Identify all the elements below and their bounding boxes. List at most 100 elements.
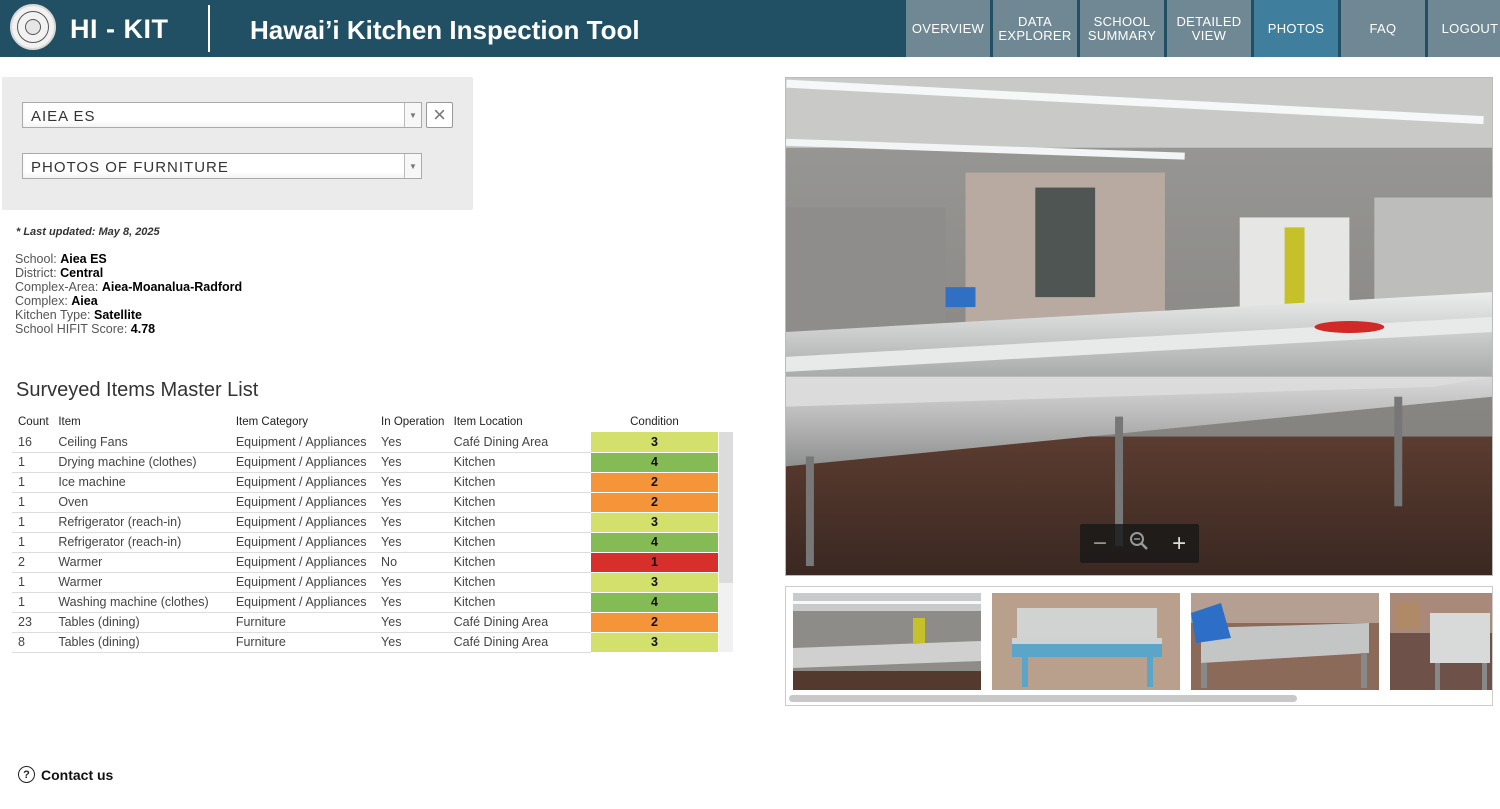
plus-icon[interactable]: + — [1161, 531, 1197, 556]
cell-condition: 2 — [590, 472, 718, 493]
table-row[interactable]: 2 Warmer Equipment / Appliances No Kitchen 1 — [12, 552, 718, 573]
photo-viewer[interactable]: − + — [785, 77, 1493, 576]
complex-area-label: Complex-Area: — [15, 280, 99, 294]
cell-item-category: Equipment / Appliances — [229, 472, 376, 493]
col-item-location[interactable]: Item Location — [448, 412, 591, 432]
thumbnail-scrollbar[interactable] — [789, 695, 1297, 702]
nav-faq[interactable]: FAQ — [1341, 0, 1425, 57]
last-updated-note: * Last updated: May 8, 2025 — [16, 226, 160, 238]
photo-thumbnail-1[interactable] — [793, 593, 981, 690]
question-icon: ? — [18, 766, 35, 783]
cell-condition: 3 — [590, 432, 718, 453]
cell-in-operation: Yes — [375, 592, 448, 613]
col-condition[interactable]: Condition — [591, 412, 718, 432]
cell-item: Refrigerator (reach-in) — [52, 532, 230, 553]
table-row[interactable]: 1 Ice machine Equipment / Appliances Yes Kit… — [12, 472, 718, 493]
col-in-operation[interactable]: In Operation — [375, 412, 448, 432]
cell-condition: 1 — [590, 552, 718, 573]
cell-item-category: Equipment / Appliances — [229, 592, 376, 613]
cell-in-operation: Yes — [375, 632, 448, 653]
table-row[interactable]: 1 Drying machine (clothes) Equipment / App… — [12, 452, 718, 473]
kitchen-type-value: Satellite — [94, 308, 142, 322]
district-value: Central — [60, 266, 104, 280]
col-count[interactable]: Count — [12, 412, 52, 432]
table-row[interactable]: 1 Refrigerator (reach-in) Equipment / Appl… — [12, 512, 718, 533]
cell-item-category: Furniture — [229, 612, 376, 633]
cell-count: 1 — [12, 492, 53, 513]
nav-logout[interactable]: LOGOUT — [1428, 0, 1500, 57]
table-row[interactable]: 1 Oven Equipment / Appliances Yes Kitchen 2 — [12, 492, 718, 513]
minus-icon[interactable]: − — [1082, 531, 1118, 556]
cell-condition: 4 — [590, 532, 718, 553]
cell-item-category: Equipment / Appliances — [229, 572, 376, 593]
col-item-category[interactable]: Item Category — [230, 412, 375, 432]
nav-data-explorer[interactable]: DATA EXPLORER — [993, 0, 1077, 57]
cell-in-operation: Yes — [375, 452, 448, 473]
contact-us-link[interactable]: ? Contact us — [18, 766, 113, 783]
cell-condition: 2 — [590, 492, 718, 513]
app-title: Hawai’i Kitchen Inspection Tool — [250, 15, 640, 45]
nav-overview[interactable]: OVERVIEW — [906, 0, 990, 57]
cell-item-category: Equipment / Appliances — [229, 532, 376, 553]
kitchen-photo — [786, 78, 1492, 575]
magnifier-icon[interactable] — [1121, 531, 1157, 556]
cell-item-category: Equipment / Appliances — [229, 432, 376, 453]
cell-count: 1 — [12, 572, 53, 593]
thumbnail-strip — [785, 586, 1493, 706]
clear-selection-button[interactable]: × — [426, 102, 453, 128]
cell-item: Ice machine — [52, 472, 230, 493]
table-row[interactable]: 1 Warmer Equipment / Appliances Yes Kitchen 3 — [12, 572, 718, 593]
cell-count: 1 — [12, 512, 53, 533]
school-select[interactable]: AIEA ES ▼ — [22, 102, 422, 128]
chevron-down-icon[interactable]: ▼ — [404, 103, 421, 127]
cell-count: 1 — [12, 532, 53, 553]
cell-item-location: Café Dining Area — [447, 432, 591, 453]
chevron-down-icon[interactable]: ▼ — [404, 154, 421, 178]
table-row[interactable]: 23 Tables (dining) Furniture Yes Café Dining… — [12, 612, 718, 633]
cell-item: Warmer — [52, 552, 230, 573]
cell-count: 2 — [12, 552, 53, 573]
cell-condition: 2 — [590, 612, 718, 633]
cell-condition: 4 — [590, 592, 718, 613]
complex-label: Complex: — [15, 294, 68, 308]
master-list-table: Count Item Item Category In Operation It… — [12, 412, 718, 653]
photo-thumbnail-4[interactable] — [1390, 593, 1492, 690]
cell-item-location: Café Dining Area — [447, 632, 591, 653]
cell-item-location: Kitchen — [447, 512, 591, 533]
photo-thumbnail-3[interactable] — [1191, 593, 1379, 690]
nav-photos[interactable]: PHOTOS — [1254, 0, 1338, 57]
cell-in-operation: Yes — [375, 532, 448, 553]
cell-item-location: Kitchen — [447, 472, 591, 493]
table-scrollbar-thumb[interactable] — [719, 432, 733, 583]
cell-item: Washing machine (clothes) — [52, 592, 230, 613]
col-item[interactable]: Item — [52, 412, 230, 432]
hifit-score-value: 4.78 — [130, 322, 156, 336]
cell-item: Tables (dining) — [52, 612, 230, 633]
cell-condition: 3 — [590, 572, 718, 593]
cell-item-location: Kitchen — [447, 552, 591, 573]
cell-item: Tables (dining) — [52, 632, 230, 653]
cell-condition: 4 — [590, 452, 718, 473]
table-row[interactable]: 8 Tables (dining) Furniture Yes Café Dining … — [12, 632, 718, 653]
contact-us-label: Contact us — [41, 766, 114, 783]
photo-thumbnail-2[interactable] — [992, 593, 1180, 690]
cell-item: Warmer — [52, 572, 230, 593]
cell-condition: 3 — [590, 632, 718, 653]
cell-item-location: Kitchen — [447, 452, 591, 473]
table-scrollbar[interactable] — [719, 432, 733, 652]
zoom-controls: − + — [1080, 524, 1199, 563]
state-seal-logo — [10, 4, 56, 50]
cell-item-location: Kitchen — [447, 532, 591, 553]
photo-category-select[interactable]: PHOTOS OF FURNITURE ▼ — [22, 153, 422, 179]
cell-in-operation: Yes — [375, 432, 448, 453]
cell-count: 1 — [12, 592, 53, 613]
brand-name: HI - KIT — [70, 14, 169, 44]
table-header-row: Count Item Item Category In Operation It… — [12, 412, 718, 432]
table-row[interactable]: 16 Ceiling Fans Equipment / Appliances Yes C… — [12, 432, 718, 453]
school-select-value: AIEA ES — [31, 108, 96, 125]
nav-school-summary[interactable]: SCHOOL SUMMARY — [1080, 0, 1164, 57]
table-row[interactable]: 1 Refrigerator (reach-in) Equipment / Appl… — [12, 532, 718, 553]
cell-in-operation: Yes — [375, 572, 448, 593]
table-row[interactable]: 1 Washing machine (clothes) Equipment / Ap… — [12, 592, 718, 613]
nav-detailed-view[interactable]: DETAILED VIEW — [1167, 0, 1251, 57]
